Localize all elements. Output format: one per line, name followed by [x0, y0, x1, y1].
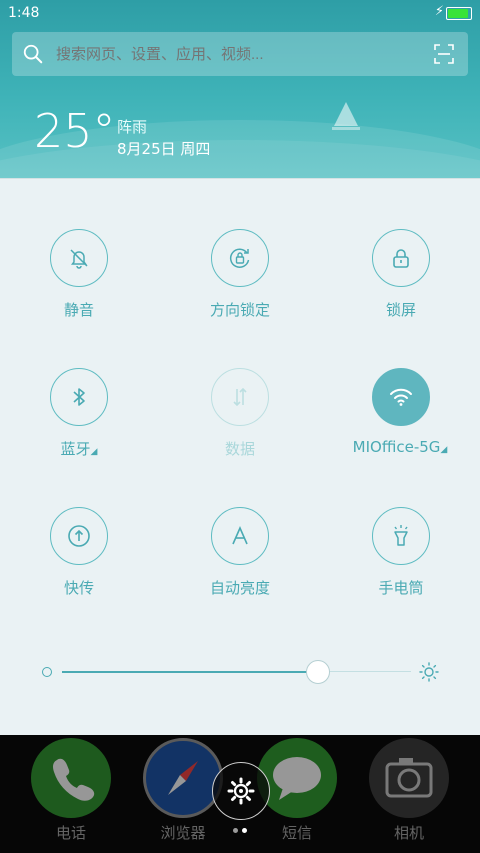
search-icon[interactable] — [22, 43, 44, 65]
auto-brightness-icon — [232, 526, 248, 545]
battery-level — [448, 9, 468, 18]
charging-icon: ⚡ — [434, 4, 444, 19]
toggle-label: 方向锁定 — [209, 301, 270, 319]
toggle-label-text: MIOffice-5G — [352, 438, 441, 456]
weather-header: 1:48 ⚡ 25° 阵雨 8月25日 周四 — [0, 0, 480, 178]
quick-settings-panel: 静音 方向锁定 锁屏 蓝牙◢ 数据 MIOffice-5G◢ 快传 自动亮度 手… — [0, 178, 480, 736]
toggle-circle[interactable] — [372, 368, 430, 426]
scan-icon[interactable] — [434, 44, 454, 64]
mobile-data-icon — [233, 387, 247, 407]
home-dock: 电话 浏览器 短信 相机 — [0, 735, 480, 853]
toggle-circle[interactable] — [372, 229, 430, 287]
gear-icon — [227, 777, 255, 805]
flashlight-icon — [394, 525, 408, 546]
weather-date: 8月25日 周四 — [117, 140, 211, 158]
search-input[interactable] — [54, 44, 434, 64]
toggle-mute[interactable]: 静音 — [9, 229, 149, 339]
toggle-circle[interactable] — [211, 507, 269, 565]
status-time: 1:48 — [8, 5, 40, 21]
rotation-lock-icon — [229, 248, 250, 268]
toggle-label-text: 蓝牙 — [60, 440, 91, 458]
battery-icon — [446, 7, 472, 20]
toggle-flashlight[interactable]: 手电筒 — [331, 507, 471, 617]
sun-icon — [419, 662, 439, 682]
toggle-auto-brightness[interactable]: 自动亮度 — [170, 507, 310, 617]
toggle-circle[interactable] — [50, 368, 108, 426]
bluetooth-icon — [73, 388, 85, 406]
weather-temperature[interactable]: 25° — [34, 104, 116, 158]
lock-icon — [393, 249, 409, 268]
sailboat-icon — [332, 102, 360, 130]
toggle-label: 数据 — [224, 440, 255, 458]
wifi-icon — [390, 388, 412, 406]
toggle-circle[interactable] — [50, 229, 108, 287]
menu-corner-icon: ◢ — [440, 445, 448, 455]
toggle-rotation-lock[interactable]: 方向锁定 — [170, 229, 310, 339]
toggle-wifi[interactable]: MIOffice-5G◢ — [320, 368, 480, 478]
brightness-min-icon — [42, 667, 52, 677]
toggle-circle[interactable] — [372, 507, 430, 565]
bell-off-icon — [70, 249, 88, 269]
toggle-circle[interactable] — [211, 368, 269, 426]
toggle-label: MIOffice-5G◢ — [320, 438, 480, 456]
weather-condition: 阵雨 — [117, 118, 148, 136]
toggle-quick-share[interactable]: 快传 — [9, 507, 149, 617]
share-upload-icon — [68, 525, 90, 547]
toggle-label: 手电筒 — [378, 579, 424, 597]
brightness-track-fill[interactable] — [62, 671, 317, 673]
toggle-lock-screen[interactable]: 锁屏 — [331, 229, 471, 339]
menu-corner-icon: ◢ — [90, 447, 98, 457]
search-bar[interactable] — [12, 32, 468, 76]
brightness-slider-thumb[interactable] — [306, 660, 330, 684]
page-indicator-dot — [233, 828, 238, 833]
brightness-track[interactable] — [317, 671, 411, 672]
toggle-bluetooth[interactable]: 蓝牙◢ — [9, 368, 149, 478]
toggle-circle[interactable] — [211, 229, 269, 287]
toggle-label: 静音 — [63, 301, 94, 319]
toggle-label: 快传 — [63, 579, 94, 597]
toggle-label: 锁屏 — [385, 301, 416, 319]
page-indicator-dot-active — [242, 828, 247, 833]
toggle-mobile-data[interactable]: 数据 — [170, 368, 310, 478]
toggle-circle[interactable] — [50, 507, 108, 565]
settings-button[interactable] — [212, 762, 270, 820]
status-bar: 1:48 ⚡ — [0, 0, 480, 28]
toggle-label: 蓝牙◢ — [9, 438, 149, 459]
toggle-label: 自动亮度 — [209, 579, 270, 597]
